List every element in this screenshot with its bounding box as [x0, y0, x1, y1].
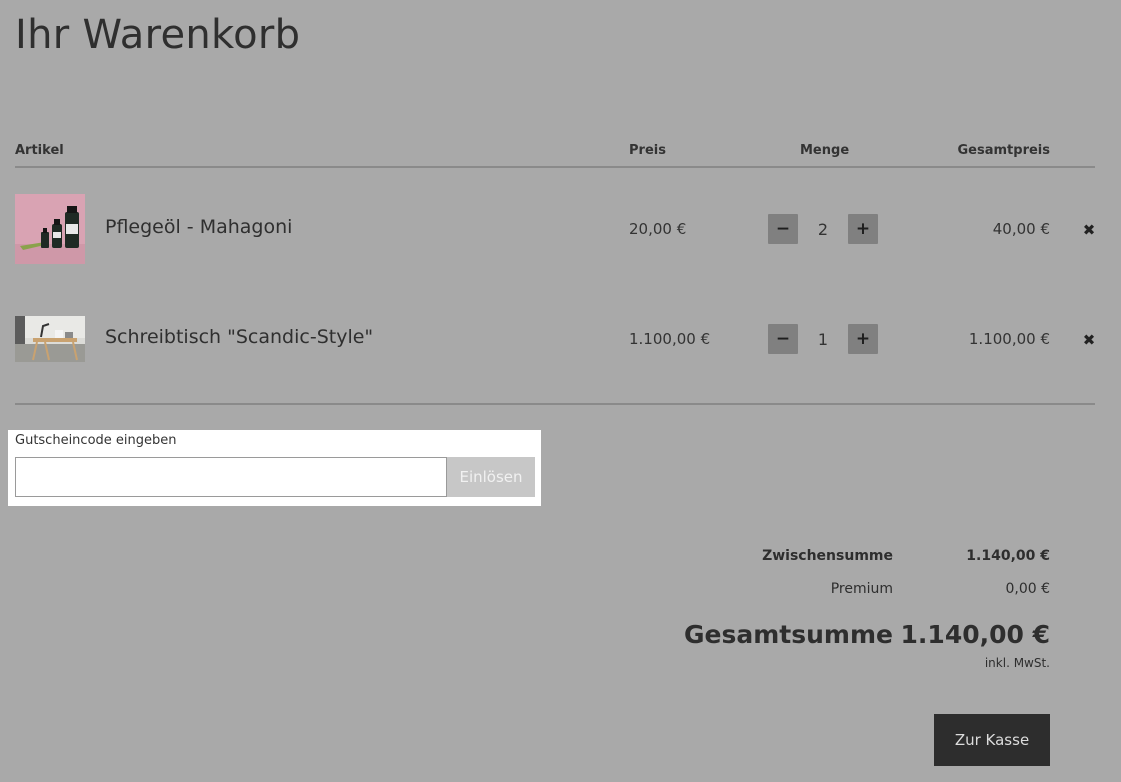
grand-total-label: Gesamtsumme — [684, 620, 893, 649]
premium-value: 0,00 € — [1005, 581, 1050, 597]
voucher-code-input[interactable] — [15, 457, 447, 497]
decrease-quantity-button[interactable]: − — [768, 214, 798, 244]
increase-quantity-button[interactable]: + — [848, 214, 878, 244]
subtotal-value: 1.140,00 € — [966, 548, 1050, 564]
quantity-value: 1 — [817, 330, 829, 349]
page-title: Ihr Warenkorb — [15, 12, 301, 58]
column-header-article: Artikel — [15, 143, 64, 158]
line-total: 1.100,00 € — [968, 330, 1050, 348]
voucher-label: Gutscheincode eingeben — [15, 433, 177, 448]
column-header-total: Gesamtpreis — [957, 143, 1051, 158]
product-image[interactable] — [15, 194, 85, 264]
product-name[interactable]: Pflegeöl - Mahagoni — [105, 216, 292, 238]
product-name[interactable]: Schreibtisch "Scandic-Style" — [105, 326, 373, 348]
tax-note: inkl. MwSt. — [984, 656, 1050, 670]
line-total: 40,00 € — [992, 220, 1050, 238]
quantity-value: 2 — [817, 220, 829, 239]
unit-price: 20,00 € — [629, 220, 687, 238]
product-image[interactable] — [15, 316, 85, 362]
grand-total-value: 1.140,00 € — [900, 620, 1050, 649]
decrease-quantity-button[interactable]: − — [768, 324, 798, 354]
column-header-price: Preis — [629, 143, 666, 158]
items-divider — [15, 403, 1095, 405]
voucher-panel: Gutscheincode eingeben Einlösen — [8, 430, 541, 506]
header-divider — [15, 166, 1095, 168]
increase-quantity-button[interactable]: + — [848, 324, 878, 354]
premium-label: Premium — [830, 581, 893, 597]
remove-item-icon[interactable]: ✖ — [1082, 331, 1096, 349]
subtotal-label: Zwischensumme — [762, 548, 893, 564]
checkout-button[interactable]: Zur Kasse — [934, 714, 1050, 766]
unit-price: 1.100,00 € — [629, 330, 711, 348]
column-header-quantity: Menge — [800, 143, 850, 158]
redeem-voucher-button[interactable]: Einlösen — [447, 457, 535, 497]
remove-item-icon[interactable]: ✖ — [1082, 221, 1096, 239]
